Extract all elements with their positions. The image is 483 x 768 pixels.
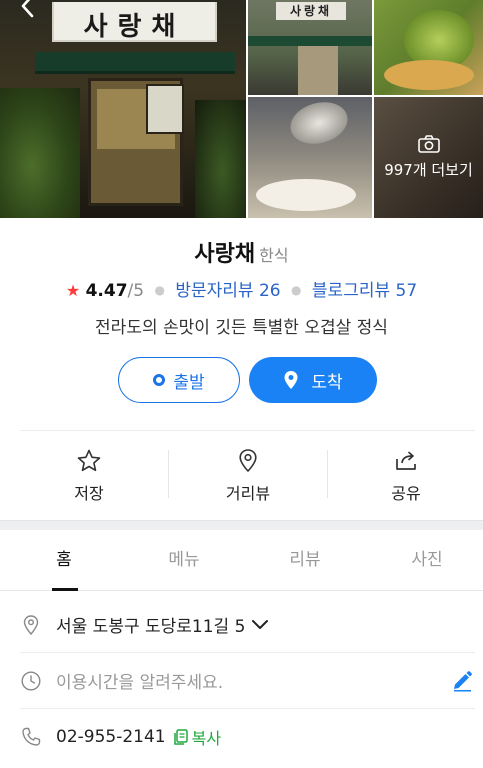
bowl bbox=[285, 97, 353, 150]
tab-reviews[interactable]: 리뷰 bbox=[241, 531, 369, 591]
place-name: 사랑채 bbox=[194, 242, 256, 267]
save-label: 저장 bbox=[74, 484, 104, 503]
action-divider bbox=[168, 450, 169, 498]
location-icon bbox=[23, 614, 39, 635]
copy-icon bbox=[173, 729, 188, 745]
map-pin-outline-icon bbox=[239, 449, 257, 473]
phone-icon bbox=[22, 727, 41, 746]
more-photos-label: 997개 더보기 bbox=[384, 161, 473, 179]
plants-decor-right bbox=[195, 100, 246, 218]
blog-review-link[interactable]: 블로그리뷰 57 bbox=[312, 281, 417, 301]
more-photos-tile[interactable]: 997개 더보기 bbox=[374, 97, 483, 218]
save-button[interactable]: 저장 bbox=[29, 440, 149, 510]
storefront-photo[interactable]: 사랑채 bbox=[0, 0, 246, 218]
store-sign-small: 사랑채 bbox=[276, 2, 346, 20]
store-sign-text: 사랑채 bbox=[83, 12, 186, 42]
divider bbox=[20, 430, 475, 431]
pencil-icon[interactable] bbox=[451, 670, 473, 692]
table-setting-photo[interactable] bbox=[248, 97, 372, 218]
arrive-button[interactable]: 도착 bbox=[249, 357, 377, 403]
phone-number[interactable]: 02-955-2141 bbox=[56, 727, 166, 747]
phone-row: 02-955-2141 복사 bbox=[20, 709, 475, 765]
awning-small bbox=[248, 36, 372, 46]
greens-photo[interactable] bbox=[374, 0, 483, 95]
hours-placeholder: 이용시간을 알려주세요. bbox=[56, 673, 224, 693]
chevron-down-icon[interactable] bbox=[251, 619, 269, 631]
tab-home[interactable]: 홈 bbox=[0, 531, 128, 591]
star-icon: ★ bbox=[65, 281, 81, 300]
arrive-button-label: 도착 bbox=[311, 372, 343, 393]
store-sign: 사랑채 bbox=[52, 2, 217, 42]
title-row: 사랑채 한식 bbox=[0, 236, 483, 268]
place-description: 전라도의 손맛이 깃든 특별한 오겹살 정식 bbox=[95, 318, 388, 338]
camera-icon bbox=[417, 135, 440, 153]
back-icon[interactable] bbox=[14, 0, 42, 22]
street-view-label: 거리뷰 bbox=[225, 484, 271, 503]
share-icon bbox=[396, 451, 416, 470]
visitor-review-link[interactable]: 방문자리뷰 26 bbox=[175, 281, 280, 301]
separator-dot: ● bbox=[291, 283, 302, 297]
clock-icon bbox=[21, 670, 41, 691]
rating-row: ★ 4.47/5 ● 방문자리뷰 26 ● 블로그리뷰 57 bbox=[0, 276, 483, 301]
rating-score: 4.47 bbox=[85, 281, 128, 301]
rating-max: /5 bbox=[127, 281, 145, 301]
section-divider bbox=[0, 520, 483, 530]
address-row[interactable]: 서울 도봉구 도당로11길 5 bbox=[20, 597, 475, 653]
awning bbox=[35, 52, 235, 74]
more-photos-overlay: 997개 더보기 bbox=[374, 97, 483, 218]
plants-decor bbox=[0, 88, 80, 218]
action-divider bbox=[327, 450, 328, 498]
address-text: 서울 도봉구 도당로11길 5 bbox=[56, 617, 246, 637]
active-tab-indicator bbox=[52, 588, 78, 591]
store-window bbox=[146, 84, 184, 134]
street-view-button[interactable]: 거리뷰 bbox=[188, 440, 308, 510]
depart-button[interactable]: 출발 bbox=[118, 357, 240, 403]
origin-dot-icon bbox=[153, 374, 166, 386]
store-door-small bbox=[298, 46, 338, 95]
depart-button-label: 출발 bbox=[173, 372, 205, 393]
plate bbox=[256, 179, 356, 211]
action-bar: 저장 거리뷰 공유 bbox=[0, 440, 483, 510]
location-pin-icon bbox=[284, 371, 298, 389]
hours-row[interactable]: 이용시간을 알려주세요. bbox=[20, 653, 475, 709]
storefront-day-photo[interactable]: 사랑채 bbox=[248, 0, 372, 95]
grill-pan bbox=[384, 60, 474, 90]
place-category: 한식 bbox=[259, 246, 289, 265]
tab-menu[interactable]: 메뉴 bbox=[120, 531, 248, 591]
copy-button[interactable]: 복사 bbox=[173, 725, 222, 749]
star-outline-icon bbox=[77, 449, 101, 472]
photo-gallery: 사랑채 사랑채 997개 더보기 bbox=[0, 0, 483, 218]
share-button[interactable]: 공유 bbox=[346, 440, 466, 510]
tab-bar: 홈 메뉴 리뷰 사진 bbox=[0, 531, 483, 591]
separator-dot: ● bbox=[154, 283, 165, 297]
share-label: 공유 bbox=[391, 484, 421, 503]
copy-label: 복사 bbox=[191, 729, 222, 748]
tab-photos[interactable]: 사진 bbox=[363, 531, 483, 591]
